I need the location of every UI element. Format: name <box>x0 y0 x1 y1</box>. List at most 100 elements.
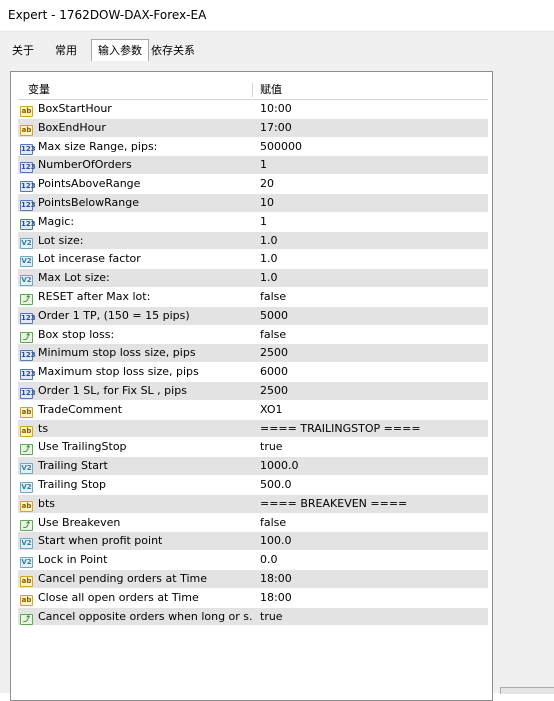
parameter-name: NumberOfOrders <box>38 158 132 172</box>
parameter-value[interactable]: XO1 <box>260 401 480 419</box>
parameter-value[interactable]: ==== BREAKEVEN ==== <box>260 495 480 513</box>
parameter-name-cell: 123 Max size Range, pips: <box>20 138 252 156</box>
parameter-row[interactable]: 123 PointsAboveRange 20 <box>18 175 488 194</box>
parameter-name: Trailing Start <box>38 459 108 473</box>
tab-inputs[interactable]: 输入参数 <box>91 39 149 62</box>
parameter-row[interactable]: V2 Trailing Start 1000.0 <box>18 457 488 476</box>
parameter-value[interactable]: 20 <box>260 175 480 193</box>
boolean-type-icon: ⤴ <box>20 519 33 531</box>
parameter-value[interactable]: 0.0 <box>260 551 480 569</box>
parameter-name-cell: ab BoxStartHour <box>20 100 252 118</box>
parameter-name: bts <box>38 496 56 510</box>
parameter-value[interactable]: false <box>260 326 480 344</box>
column-divider[interactable] <box>252 83 253 97</box>
parameter-value[interactable]: 1.0 <box>260 250 480 268</box>
parameter-name: Trailing Stop <box>38 477 106 491</box>
parameter-row[interactable]: ab Cancel pending orders at Time 18:00 <box>18 569 488 589</box>
parameter-name-cell: V2 Lot size: <box>20 232 252 250</box>
parameter-row[interactable]: ab BoxEndHour 17:00 <box>18 118 488 138</box>
parameter-name: ts <box>38 421 49 435</box>
parameter-value[interactable]: 10:00 <box>260 100 480 118</box>
parameter-name: Magic: <box>38 214 75 228</box>
parameter-name-cell: V2 Max Lot size: <box>20 269 252 287</box>
parameter-value[interactable]: 18:00 <box>260 570 480 588</box>
parameter-row[interactable]: ab BoxStartHour 10:00 <box>18 100 488 119</box>
parameter-row[interactable]: 123 PointsBelowRange 10 <box>18 193 488 213</box>
double-type-icon: V2 <box>20 481 33 493</box>
integer-type-icon: 123 <box>20 312 36 324</box>
parameter-value[interactable]: false <box>260 288 480 306</box>
parameter-name-cell: V2 Trailing Stop <box>20 476 252 494</box>
parameter-row[interactable]: 123 Max size Range, pips: 500000 <box>18 138 488 157</box>
parameter-row[interactable]: 123 Magic: 1 <box>18 213 488 232</box>
parameter-row[interactable]: V2 Lot incerase factor 1.0 <box>18 250 488 270</box>
parameter-name: Max Lot size: <box>38 271 110 285</box>
parameter-name-cell: ab Cancel pending orders at Time <box>20 570 252 588</box>
parameter-name: Minimum stop loss size, pips <box>38 346 196 360</box>
parameter-row[interactable]: V2 Lot size: 1.0 <box>18 231 488 251</box>
parameter-name: Use TrailingStop <box>38 440 127 454</box>
parameter-row[interactable]: 123 Maximum stop loss size, pips 6000 <box>18 363 488 382</box>
parameter-value[interactable]: 500.0 <box>260 476 480 494</box>
parameter-name: Cancel opposite orders when long or s... <box>38 609 252 623</box>
parameter-value[interactable]: 10 <box>260 194 480 212</box>
parameter-row[interactable]: ab TradeComment XO1 <box>18 401 488 420</box>
double-type-icon: V2 <box>20 463 33 475</box>
integer-type-icon: 123 <box>20 350 36 362</box>
parameter-name: PointsAboveRange <box>38 177 141 191</box>
parameter-row[interactable]: ⤴ Box stop loss: false <box>18 326 488 345</box>
parameter-row[interactable]: V2 Max Lot size: 1.0 <box>18 269 488 288</box>
parameter-row[interactable]: 123 Minimum stop loss size, pips 2500 <box>18 344 488 364</box>
parameter-row[interactable]: ab ts ==== TRAILINGSTOP ==== <box>18 419 488 439</box>
parameter-row[interactable]: ⤴ Use TrailingStop true <box>18 438 488 458</box>
tab-common[interactable]: 常用 <box>49 41 83 61</box>
parameter-value[interactable]: 5000 <box>260 307 480 325</box>
integer-type-icon: 123 <box>20 199 36 211</box>
parameter-name: Max size Range, pips: <box>38 139 158 153</box>
parameter-row[interactable]: V2 Start when profit point 100.0 <box>18 532 488 552</box>
parameter-row[interactable]: V2 Trailing Stop 500.0 <box>18 476 488 495</box>
parameter-value[interactable]: 2500 <box>260 382 480 400</box>
parameter-value[interactable]: 500000 <box>260 138 480 156</box>
parameter-row[interactable]: ab bts ==== BREAKEVEN ==== <box>18 494 488 514</box>
parameter-value[interactable]: 100.0 <box>260 532 480 550</box>
parameter-name-cell: V2 Lot incerase factor <box>20 250 252 268</box>
parameter-value[interactable]: 1000.0 <box>260 457 480 475</box>
parameter-row[interactable]: 123 Order 1 TP, (150 = 15 pips) 5000 <box>18 306 488 326</box>
parameter-value[interactable]: 17:00 <box>260 119 480 137</box>
parameter-value[interactable]: 1 <box>260 213 480 231</box>
parameter-value[interactable]: 1.0 <box>260 232 480 250</box>
parameter-row[interactable]: ⤴ RESET after Max lot: false <box>18 288 488 307</box>
boolean-type-icon: ⤴ <box>20 613 33 625</box>
double-type-icon: V2 <box>20 275 33 287</box>
boolean-type-icon: ⤴ <box>20 293 33 305</box>
parameter-value[interactable]: 1.0 <box>260 269 480 287</box>
column-header-variable[interactable]: 变量 <box>28 81 50 99</box>
parameter-name-cell: V2 Start when profit point <box>20 532 252 550</box>
tab-dependencies[interactable]: 依存关系 <box>145 41 201 61</box>
parameter-name-cell: ab ts <box>20 420 252 438</box>
parameter-value[interactable]: false <box>260 514 480 532</box>
boolean-type-icon: ⤴ <box>20 331 33 343</box>
parameter-name: Maximum stop loss size, pips <box>38 365 199 379</box>
parameter-value[interactable]: true <box>260 438 480 456</box>
parameter-value[interactable]: 1 <box>260 156 480 174</box>
parameter-value[interactable]: ==== TRAILINGSTOP ==== <box>260 420 480 438</box>
parameter-value[interactable]: 18:00 <box>260 589 480 607</box>
parameter-value[interactable]: true <box>260 608 480 626</box>
parameter-value[interactable]: 2500 <box>260 344 480 362</box>
column-header-value[interactable]: 赋值 <box>260 81 282 99</box>
tab-about[interactable]: 关于 <box>6 41 40 61</box>
parameter-name: Order 1 TP, (150 = 15 pips) <box>38 308 190 322</box>
parameter-row[interactable]: ⤴ Use Breakeven false <box>18 514 488 533</box>
parameter-row[interactable]: ⤴ Cancel opposite orders when long or s..… <box>18 607 488 627</box>
parameter-row[interactable]: 123 NumberOfOrders 1 <box>18 156 488 176</box>
parameter-name-cell: 123 NumberOfOrders <box>20 156 252 174</box>
parameter-row[interactable]: V2 Lock in Point 0.0 <box>18 551 488 570</box>
integer-type-icon: 123 <box>20 143 36 155</box>
parameter-value[interactable]: 6000 <box>260 363 480 381</box>
parameter-name-cell: ab Close all open orders at Time <box>20 589 252 607</box>
parameter-row[interactable]: 123 Order 1 SL, for Fix SL , pips 2500 <box>18 381 488 401</box>
window-title: Expert - 1762DOW-DAX-Forex-EA <box>8 8 207 22</box>
parameter-row[interactable]: ab Close all open orders at Time 18:00 <box>18 589 488 608</box>
